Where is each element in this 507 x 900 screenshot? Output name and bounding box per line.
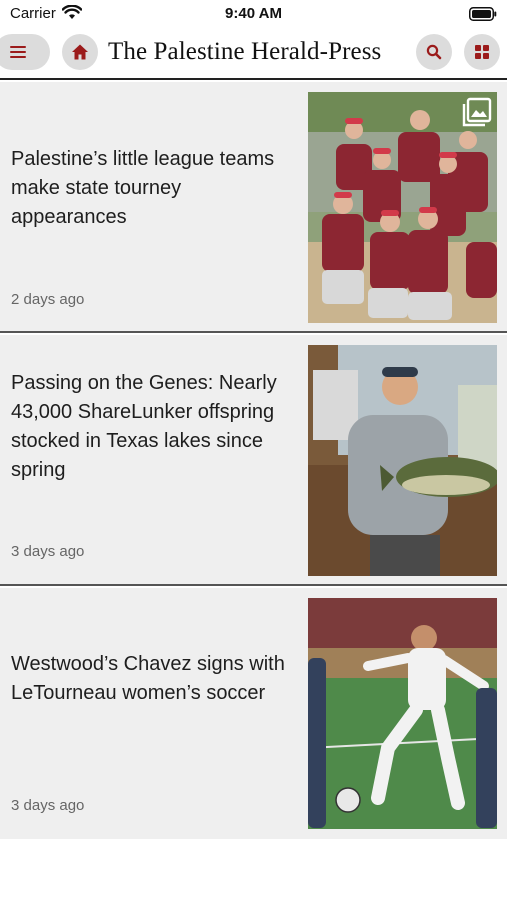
article-card[interactable]: Westwood’s Chavez signs with LeTourneau …: [0, 588, 507, 839]
article-headline[interactable]: Palestine’s little league teams make sta…: [11, 145, 296, 232]
home-icon: [72, 44, 88, 60]
battery-icon: [469, 7, 497, 21]
article-headline[interactable]: Passing on the Genes: Nearly 43,000 Shar…: [11, 369, 296, 485]
home-button[interactable]: [62, 34, 98, 70]
status-bar: Carrier 9:40 AM: [0, 0, 507, 28]
gallery-icon: [462, 97, 492, 127]
article-card[interactable]: Palestine’s little league teams make sta…: [0, 82, 507, 333]
article-timestamp: 2 days ago: [11, 291, 85, 308]
clock: 9:40 AM: [225, 5, 282, 22]
article-thumbnail[interactable]: [308, 598, 497, 829]
article-timestamp: 3 days ago: [11, 797, 85, 814]
article-card[interactable]: Passing on the Genes: Nearly 43,000 Shar…: [0, 335, 507, 586]
article-headline[interactable]: Westwood’s Chavez signs with LeTourneau …: [11, 650, 296, 708]
menu-icon: [10, 46, 26, 58]
grid-icon: [475, 45, 489, 59]
article-thumbnail[interactable]: [308, 345, 497, 576]
menu-button[interactable]: [0, 34, 50, 70]
app-header: The Palestine Herald-Press: [0, 28, 507, 80]
search-button[interactable]: [416, 34, 452, 70]
search-icon: [426, 44, 442, 60]
sections-button[interactable]: [464, 34, 500, 70]
masthead-title: The Palestine Herald-Press: [108, 38, 382, 65]
article-timestamp: 3 days ago: [11, 543, 85, 560]
article-thumbnail[interactable]: [308, 92, 497, 323]
